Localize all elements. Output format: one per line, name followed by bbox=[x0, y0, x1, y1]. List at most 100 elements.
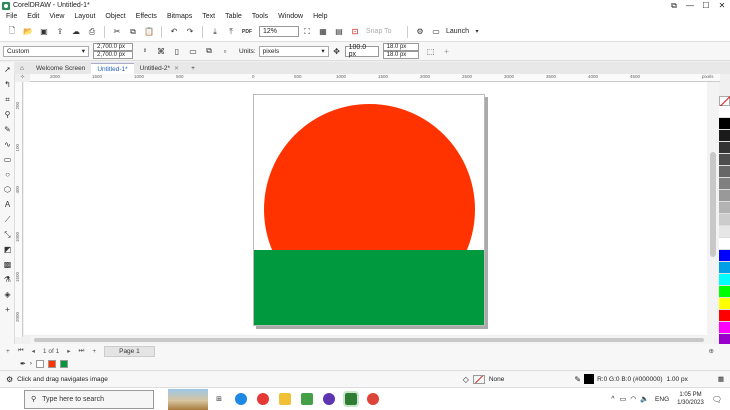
eyedropper-tool-icon[interactable]: ⚗ bbox=[0, 272, 15, 287]
green-swatch[interactable] bbox=[59, 360, 68, 368]
page-preset-dropdown[interactable]: Custom ▾ bbox=[3, 45, 89, 57]
palette-swatch[interactable] bbox=[719, 142, 730, 154]
volume-icon[interactable]: 🔈 bbox=[640, 395, 649, 403]
show-rulers-icon[interactable]: ▤ bbox=[334, 27, 344, 37]
palette-swatch[interactable] bbox=[719, 154, 730, 166]
palette-swatch[interactable] bbox=[719, 130, 730, 142]
wifi-icon[interactable]: ◠ bbox=[630, 395, 636, 403]
menu-tools[interactable]: Tools bbox=[252, 13, 268, 20]
copy-icon[interactable]: ⧉ bbox=[128, 27, 138, 37]
horizontal-ruler[interactable]: 2000 1500 1000 500 0 500 1000 1500 2000 … bbox=[30, 74, 720, 82]
options-gear-icon[interactable]: ⚙ bbox=[415, 27, 425, 37]
menu-effects[interactable]: Effects bbox=[136, 13, 157, 20]
menu-layout[interactable]: Layout bbox=[74, 13, 95, 20]
document-page[interactable] bbox=[253, 94, 485, 326]
zoom-level-dropdown[interactable]: 12% bbox=[259, 26, 299, 37]
page-width-field[interactable]: 2,700.0 px bbox=[93, 43, 133, 51]
palette-swatch[interactable] bbox=[719, 322, 730, 334]
tray-chevron-icon[interactable]: ^ bbox=[611, 396, 614, 403]
palette-swatch[interactable] bbox=[719, 262, 730, 274]
pick-tool-icon[interactable]: ➚ bbox=[0, 62, 15, 77]
palette-swatch[interactable] bbox=[719, 286, 730, 298]
palette-swatch[interactable] bbox=[719, 178, 730, 190]
file-explorer-icon[interactable] bbox=[279, 393, 291, 405]
no-color-swatch[interactable] bbox=[719, 96, 730, 107]
cut-icon[interactable]: ✂ bbox=[112, 27, 122, 37]
interactive-fill-tool-icon[interactable]: ◈ bbox=[0, 287, 15, 302]
palette-swatch[interactable] bbox=[719, 250, 730, 262]
full-screen-icon[interactable]: ⛶ bbox=[302, 27, 312, 37]
maximize-button[interactable]: ☐ bbox=[698, 0, 714, 11]
language-indicator[interactable]: ENG bbox=[655, 396, 669, 403]
app-icon-red[interactable] bbox=[257, 393, 269, 405]
artistic-media-tool-icon[interactable]: ∿ bbox=[0, 137, 15, 152]
ellipse-tool-icon[interactable]: ○ bbox=[0, 167, 15, 182]
duplicate-y-field[interactable]: 18.0 px bbox=[382, 51, 419, 59]
tab-untitled-1[interactable]: Untitled-1* bbox=[91, 63, 134, 74]
open-icon[interactable]: 📂 bbox=[23, 27, 33, 37]
palette-swatch[interactable] bbox=[719, 118, 730, 130]
polygon-tool-icon[interactable]: ⬡ bbox=[0, 182, 15, 197]
menu-help[interactable]: Help bbox=[313, 13, 327, 20]
add-page-before-icon[interactable]: + bbox=[6, 348, 10, 355]
palette-swatch[interactable] bbox=[719, 190, 730, 202]
vertical-scrollbar[interactable] bbox=[707, 82, 719, 338]
chevron-down-icon[interactable]: ▾ bbox=[472, 27, 482, 37]
green-rectangle-shape[interactable] bbox=[254, 250, 484, 325]
show-grid-icon[interactable]: ▦ bbox=[318, 27, 328, 37]
add-page-after-icon[interactable]: + bbox=[92, 348, 96, 355]
menu-object[interactable]: Object bbox=[105, 13, 125, 20]
clock[interactable]: 1:05 PM 1/30/2023 bbox=[677, 391, 704, 407]
red-swatch[interactable] bbox=[47, 360, 56, 368]
palette-swatch[interactable] bbox=[719, 310, 730, 322]
crop-tool-icon[interactable]: ⌗ bbox=[0, 92, 15, 107]
add-tool-icon[interactable]: + bbox=[0, 302, 15, 317]
next-page-icon[interactable]: ▸ bbox=[67, 347, 70, 355]
palette-swatch[interactable] bbox=[719, 274, 730, 286]
duplicate-x-field[interactable]: 18.0 px bbox=[382, 43, 419, 51]
menu-bitmaps[interactable]: Bitmaps bbox=[167, 13, 192, 20]
palette-swatch[interactable] bbox=[719, 298, 730, 310]
cloud-icon[interactable]: ☁ bbox=[71, 27, 81, 37]
taskbar-search-box[interactable]: ⚲ Type here to search bbox=[24, 389, 154, 409]
minimize-button[interactable]: — bbox=[682, 0, 698, 11]
vertical-ruler[interactable]: 200 100 400 1000 1500 2000 bbox=[15, 82, 23, 337]
palette-manager-icon[interactable]: ▦ bbox=[718, 375, 724, 383]
rectangle-tool-icon[interactable]: ▭ bbox=[0, 152, 15, 167]
palette-swatch[interactable] bbox=[719, 106, 730, 118]
home-icon[interactable]: ⌂ bbox=[14, 63, 30, 74]
stepper-icon[interactable]: ⇕ bbox=[140, 46, 150, 56]
snap-to-dropdown[interactable]: Snap To bbox=[363, 26, 403, 37]
no-fill-swatch[interactable] bbox=[472, 374, 485, 384]
chrome-icon[interactable] bbox=[367, 393, 379, 405]
menu-table[interactable]: Table bbox=[225, 13, 242, 20]
tab-welcome-screen[interactable]: Welcome Screen bbox=[30, 63, 91, 74]
export-icon[interactable]: ⤒ bbox=[226, 27, 236, 37]
publish-pdf-icon[interactable]: PDF bbox=[242, 27, 252, 37]
tab-untitled-2[interactable]: Untitled-2* ✕ bbox=[134, 63, 185, 74]
menu-file[interactable]: File bbox=[6, 13, 17, 20]
first-page-icon[interactable]: ⏮ bbox=[18, 347, 24, 355]
horizontal-scroll-thumb[interactable] bbox=[34, 338, 704, 342]
current-page-icon[interactable]: ▫ bbox=[220, 46, 230, 56]
notifications-icon[interactable]: 🗨 bbox=[712, 395, 722, 404]
page-height-field[interactable]: 2,700.0 px bbox=[93, 51, 133, 59]
ruler-origin-icon[interactable]: ⊹ bbox=[15, 74, 30, 82]
prev-page-icon[interactable]: ◂ bbox=[32, 347, 35, 355]
freehand-tool-icon[interactable]: ✎ bbox=[0, 122, 15, 137]
units-dropdown[interactable]: pixels ▾ bbox=[258, 45, 329, 57]
outline-pen-icon[interactable]: ✎ bbox=[574, 375, 581, 384]
outline-color-swatch[interactable] bbox=[584, 374, 595, 384]
nudge-distance-field[interactable]: 100.0 px bbox=[344, 44, 379, 58]
paste-icon[interactable]: 📋 bbox=[144, 27, 154, 37]
transparency-tool-icon[interactable]: ▩ bbox=[0, 257, 15, 272]
coreldraw-taskbar-icon[interactable] bbox=[343, 391, 359, 407]
upload-icon[interactable]: ⇪ bbox=[55, 27, 65, 37]
undo-icon[interactable]: ↶ bbox=[169, 27, 179, 37]
restore-icon[interactable]: ⧉ bbox=[666, 0, 682, 11]
zoom-fit-icon[interactable]: ⊕ bbox=[709, 347, 714, 355]
palette-swatch[interactable] bbox=[719, 202, 730, 214]
print-icon[interactable]: ⎙ bbox=[87, 27, 97, 37]
text-tool-icon[interactable]: A bbox=[0, 197, 15, 212]
chevron-right-icon[interactable]: › bbox=[30, 361, 32, 367]
